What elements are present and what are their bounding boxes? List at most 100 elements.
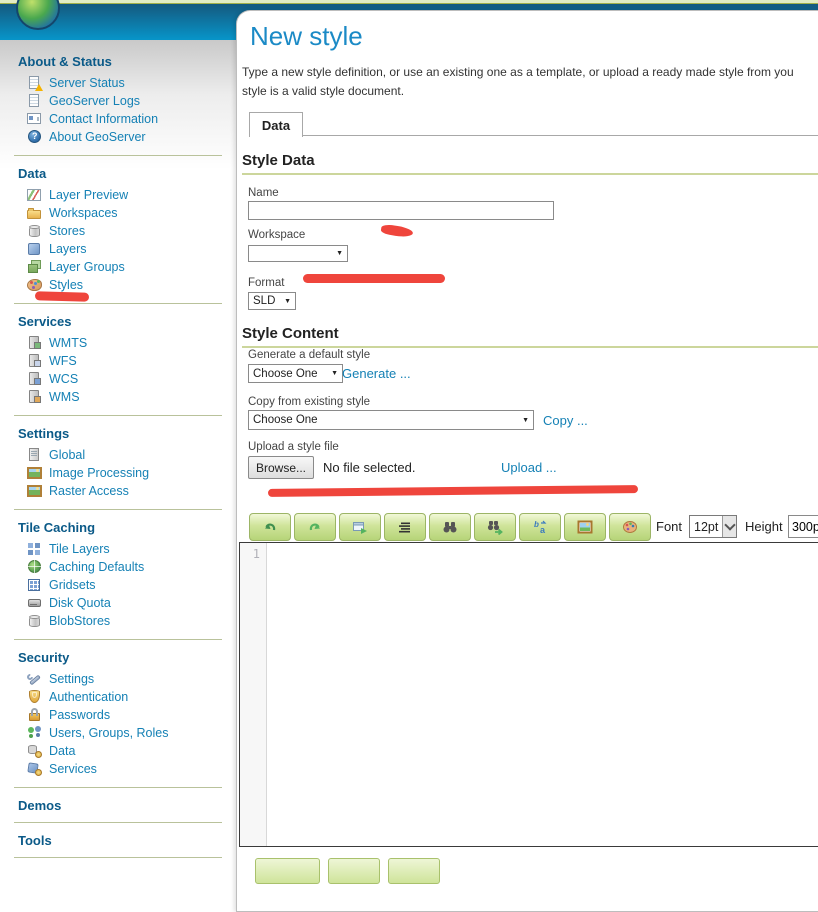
sidebar-link-geoserver-logs[interactable]: GeoServer Logs — [49, 94, 140, 108]
image-icon — [577, 520, 593, 534]
sidebar-item-wmts: WMTS — [0, 334, 236, 352]
no-file-text: No file selected. — [323, 460, 416, 475]
sidebar-link-blobstores[interactable]: BlobStores — [49, 614, 110, 628]
sidebar-link-layer-preview[interactable]: Layer Preview — [49, 188, 128, 202]
sidebar-link-stores[interactable]: Stores — [49, 224, 85, 238]
sidebar-link-security-services[interactable]: Services — [49, 762, 97, 776]
font-label: Font — [656, 519, 683, 534]
insert-image-button[interactable] — [564, 513, 606, 541]
sidebar-section-tools[interactable]: Tools — [18, 833, 236, 848]
sidebar-link-tile-layers[interactable]: Tile Layers — [49, 542, 110, 556]
sidebar-separator — [14, 822, 222, 823]
sidebar-link-image-processing[interactable]: Image Processing — [49, 466, 149, 480]
editor-height-input[interactable] — [788, 515, 818, 538]
upload-label: Upload a style file — [248, 441, 339, 453]
sidebar-item-global: Global — [0, 446, 236, 464]
font-size-select[interactable]: 12pt — [689, 515, 737, 538]
format-select[interactable]: SLD ▼ — [248, 292, 296, 310]
undo-button[interactable] — [249, 513, 291, 541]
color-picker-button[interactable] — [609, 513, 651, 541]
description-line2: style is a valid style document. — [242, 84, 405, 98]
sidebar-link-about-geoserver[interactable]: About GeoServer — [49, 130, 146, 144]
generate-select[interactable]: Choose One ▼ — [248, 364, 343, 383]
action-button-2[interactable] — [328, 858, 380, 884]
name-label: Name — [248, 187, 279, 199]
sidebar-separator — [14, 415, 222, 416]
sidebar-link-passwords[interactable]: Passwords — [49, 708, 110, 722]
sidebar-link-users-groups-roles[interactable]: Users, Groups, Roles — [49, 726, 168, 740]
find-next-button[interactable] — [474, 513, 516, 541]
wmts-icon — [27, 336, 43, 350]
copy-select[interactable]: Choose One ▼ — [248, 410, 534, 430]
copy-link[interactable]: Copy ... — [543, 413, 588, 428]
logs-icon — [27, 94, 43, 108]
sidebar-separator — [14, 509, 222, 510]
sidebar-link-authentication[interactable]: Authentication — [49, 690, 128, 704]
copy-select-value: Choose One — [253, 414, 318, 426]
sidebar-link-security-settings[interactable]: Settings — [49, 672, 94, 686]
sidebar-separator — [14, 155, 222, 156]
chevron-down-icon: ▼ — [284, 297, 291, 305]
about-icon — [27, 130, 43, 144]
redo-button[interactable] — [294, 513, 336, 541]
name-input[interactable] — [248, 201, 554, 220]
sidebar-section-demos[interactable]: Demos — [18, 798, 236, 813]
sidebar-item-users-groups-roles: Users, Groups, Roles — [0, 724, 236, 742]
stores-icon — [27, 224, 43, 238]
sidebar-section-data: Data — [18, 166, 47, 181]
reformat-xml-icon — [353, 522, 367, 534]
styles-icon — [27, 278, 43, 292]
page-title: New style — [250, 21, 363, 51]
binoculars-next-icon — [487, 521, 503, 535]
generate-link[interactable]: Generate ... — [342, 366, 411, 381]
sidebar-link-wcs[interactable]: WCS — [49, 372, 78, 386]
replace-letters-icon: ba — [534, 520, 547, 535]
replace-button[interactable]: ba — [519, 513, 561, 541]
sidebar-link-wfs[interactable]: WFS — [49, 354, 77, 368]
sidebar-link-disk-quota[interactable]: Disk Quota — [49, 596, 111, 610]
code-editor[interactable]: 1 — [239, 542, 818, 847]
indent-button[interactable] — [384, 513, 426, 541]
annotation-format-line — [303, 274, 445, 283]
action-button-3[interactable] — [388, 858, 440, 884]
sidebar-item-geoserver-logs: GeoServer Logs — [0, 92, 236, 110]
sidebar-item-wms: WMS — [0, 388, 236, 406]
global-icon — [27, 448, 43, 462]
style-data-heading: Style Data — [242, 152, 818, 175]
sidebar-link-raster-access[interactable]: Raster Access — [49, 484, 129, 498]
workspaces-icon — [27, 206, 43, 220]
sidebar-link-global[interactable]: Global — [49, 448, 85, 462]
wms-icon — [27, 390, 43, 404]
sidebar-link-security-data[interactable]: Data — [49, 744, 75, 758]
sidebar-link-caching-defaults[interactable]: Caching Defaults — [49, 560, 144, 574]
security-settings-icon — [27, 672, 43, 686]
sidebar-link-server-status[interactable]: Server Status — [49, 76, 125, 90]
format-select-value: SLD — [253, 295, 276, 307]
sidebar: About & Status Server Status GeoServer L… — [0, 40, 236, 863]
sidebar-item-about-geoserver: About GeoServer — [0, 128, 236, 146]
sidebar-link-wms[interactable]: WMS — [49, 390, 80, 404]
geoserver-new-style-page: { "header": { "logo": "geoserver-globe" … — [0, 0, 818, 912]
sidebar-link-layers[interactable]: Layers — [49, 242, 87, 256]
sidebar-link-styles[interactable]: Styles — [49, 278, 83, 292]
generate-select-value: Choose One — [253, 367, 318, 380]
sidebar-separator — [14, 639, 222, 640]
copy-label: Copy from existing style — [248, 396, 371, 408]
sidebar-link-layer-groups[interactable]: Layer Groups — [49, 260, 125, 274]
sidebar-link-wmts[interactable]: WMTS — [49, 336, 87, 350]
chevron-down-icon: ▼ — [522, 416, 529, 424]
sidebar-item-layer-groups: Layer Groups — [0, 258, 236, 276]
upload-link[interactable]: Upload ... — [501, 460, 557, 475]
find-button[interactable] — [429, 513, 471, 541]
reformat-xml-button[interactable] — [339, 513, 381, 541]
action-button-1[interactable] — [255, 858, 320, 884]
sidebar-section-security: Security — [18, 650, 70, 665]
tab-data[interactable]: Data — [249, 112, 303, 137]
sidebar-link-contact-information[interactable]: Contact Information — [49, 112, 158, 126]
code-editor-textarea[interactable] — [268, 543, 818, 846]
sidebar-link-workspaces[interactable]: Workspaces — [49, 206, 118, 220]
workspace-select[interactable]: ▼ — [248, 245, 348, 262]
sidebar-link-gridsets[interactable]: Gridsets — [49, 578, 96, 592]
browse-button[interactable]: Browse... — [248, 456, 314, 479]
workspace-label: Workspace — [248, 229, 306, 241]
